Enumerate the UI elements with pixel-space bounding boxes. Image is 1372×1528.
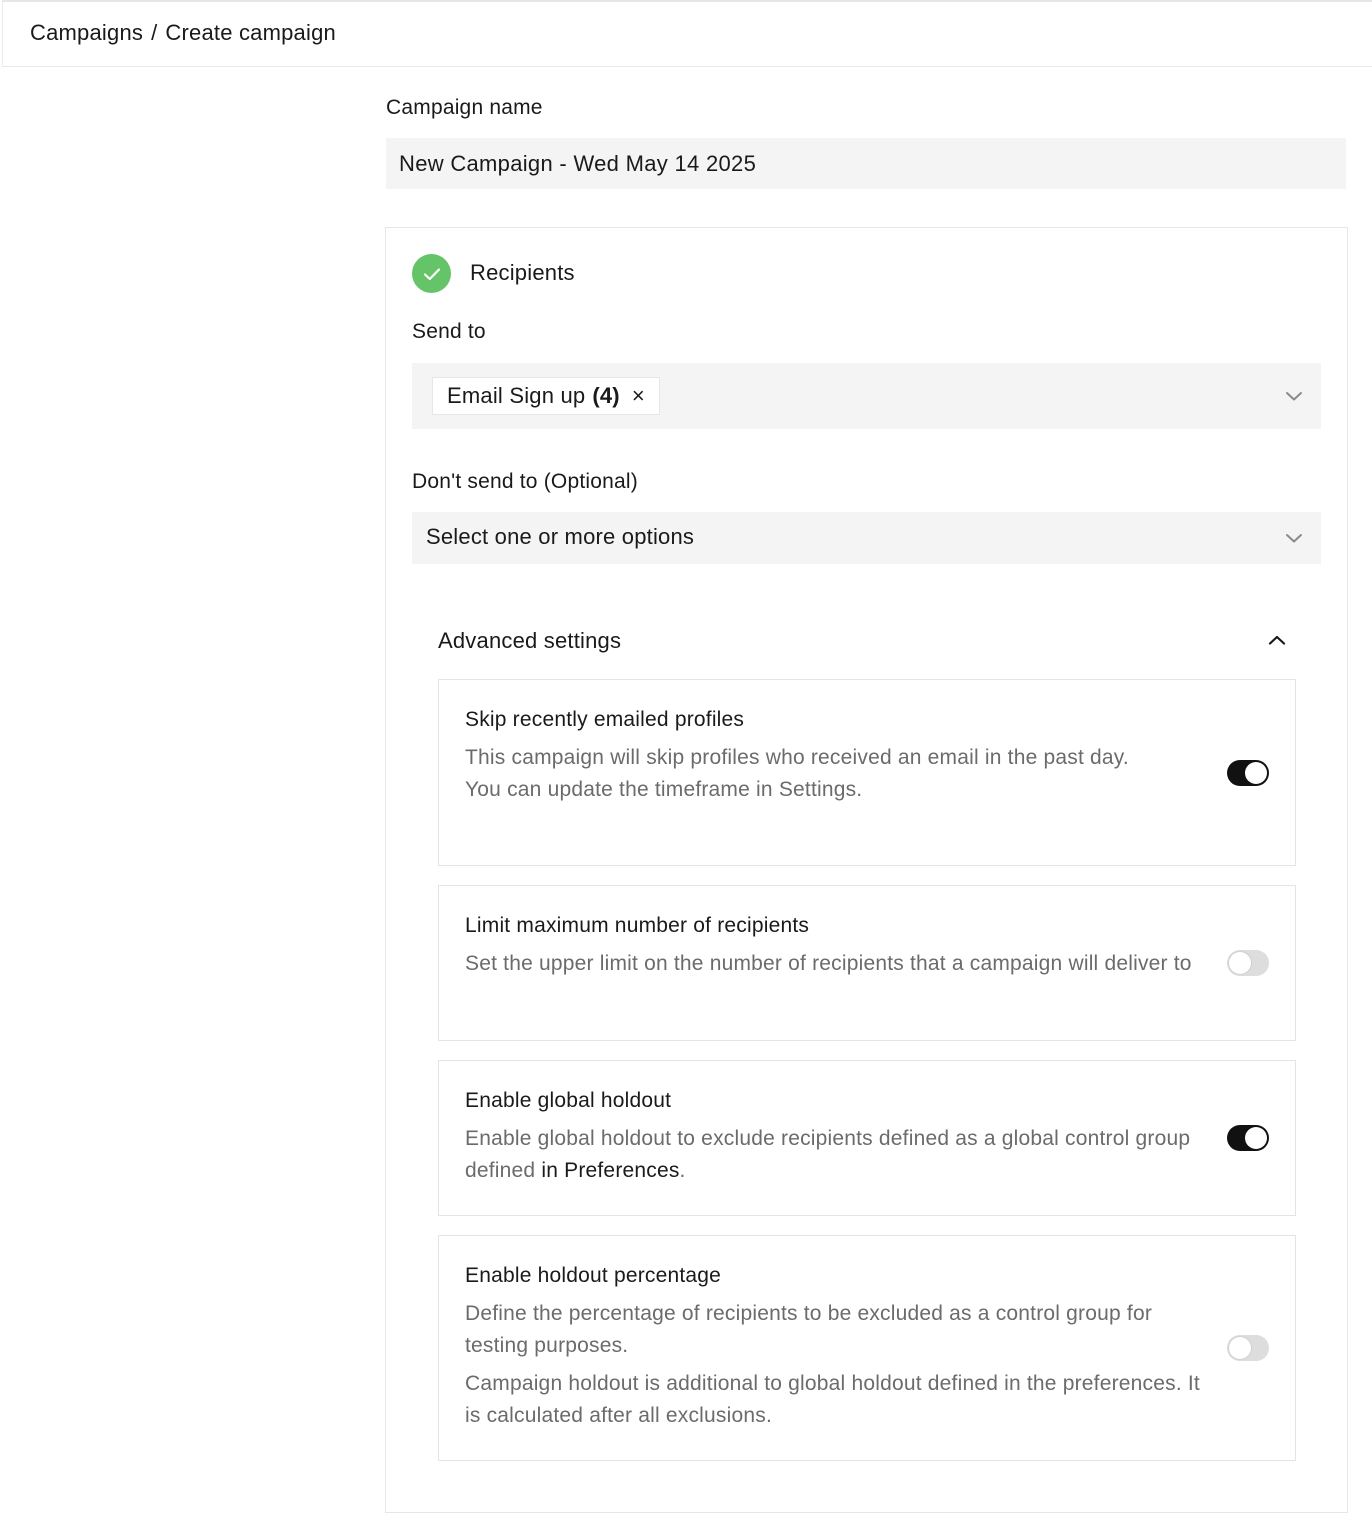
setting-description-text: This campaign will skip profiles who rec… xyxy=(465,746,1129,769)
setting-description: Set the upper limit on the number of rec… xyxy=(465,948,1210,980)
setting-description-text: You can update the timeframe in Settings… xyxy=(465,778,863,801)
toggle-knob xyxy=(1229,1337,1251,1359)
send-to-select[interactable]: Email Sign up (4) × xyxy=(412,363,1321,429)
campaign-name-label: Campaign name xyxy=(386,96,543,119)
chevron-down-icon[interactable] xyxy=(1285,532,1303,544)
setting-title: Enable holdout percentage xyxy=(465,1264,722,1287)
setting-limit-max-recipients: Limit maximum number of recipients Set t… xyxy=(438,885,1296,1041)
toggle-knob xyxy=(1245,1127,1267,1149)
dont-send-to-placeholder: Select one or more options xyxy=(426,524,695,549)
advanced-settings-title: Advanced settings xyxy=(438,628,622,653)
chip-count: (4) xyxy=(592,383,620,408)
setting-skip-recently-emailed: Skip recently emailed profiles This camp… xyxy=(438,679,1296,866)
holdout-percentage-toggle[interactable] xyxy=(1227,1335,1269,1361)
breadcrumb-campaigns-link[interactable]: Campaigns xyxy=(30,20,143,45)
chip-label: Email Sign up xyxy=(447,383,586,408)
selected-list-chip: Email Sign up (4) × xyxy=(432,377,660,415)
setting-title: Enable global holdout xyxy=(465,1089,672,1112)
limit-max-recipients-toggle[interactable] xyxy=(1227,950,1269,976)
breadcrumb: Campaigns / Create campaign xyxy=(30,20,336,46)
breadcrumb-current: Create campaign xyxy=(165,20,336,45)
setting-description: Define the percentage of recipients to b… xyxy=(465,1298,1210,1432)
recipients-title: Recipients xyxy=(470,260,575,285)
setting-title: Skip recently emailed profiles xyxy=(465,708,745,731)
dont-send-to-select[interactable]: Select one or more options xyxy=(412,512,1321,564)
global-holdout-toggle[interactable] xyxy=(1227,1125,1269,1151)
breadcrumb-separator: / xyxy=(151,20,158,45)
toggle-knob xyxy=(1229,952,1251,974)
toggle-knob xyxy=(1245,762,1267,784)
remove-chip-icon[interactable]: × xyxy=(632,383,645,409)
setting-description-text: Set the upper limit on the number of rec… xyxy=(465,952,1192,975)
setting-description-text: Campaign holdout is additional to global… xyxy=(465,1372,1200,1427)
chevron-down-icon[interactable] xyxy=(1285,390,1303,402)
setting-description: This campaign will skip profiles who rec… xyxy=(465,742,1210,806)
send-to-label: Send to xyxy=(412,320,486,343)
setting-description: Enable global holdout to exclude recipie… xyxy=(465,1123,1210,1187)
check-circle-icon xyxy=(412,254,451,293)
preferences-link[interactable]: in Preferences xyxy=(541,1159,679,1182)
setting-holdout-percentage: Enable holdout percentage Define the per… xyxy=(438,1235,1296,1461)
setting-description-text: Define the percentage of recipients to b… xyxy=(465,1302,1153,1357)
skip-recently-emailed-toggle[interactable] xyxy=(1227,760,1269,786)
top-bar: Campaigns / Create campaign xyxy=(2,0,1372,67)
setting-global-holdout: Enable global holdout Enable global hold… xyxy=(438,1060,1296,1216)
setting-description-end: . xyxy=(679,1159,686,1182)
recipients-card: Recipients Send to Email Sign up (4) × D… xyxy=(385,227,1348,1513)
chevron-up-icon[interactable] xyxy=(1268,634,1286,646)
setting-title: Limit maximum number of recipients xyxy=(465,914,810,937)
campaign-name-input[interactable] xyxy=(386,138,1346,189)
dont-send-to-label: Don't send to (Optional) xyxy=(412,470,638,493)
advanced-settings-toggle[interactable]: Advanced settings xyxy=(438,626,1296,656)
